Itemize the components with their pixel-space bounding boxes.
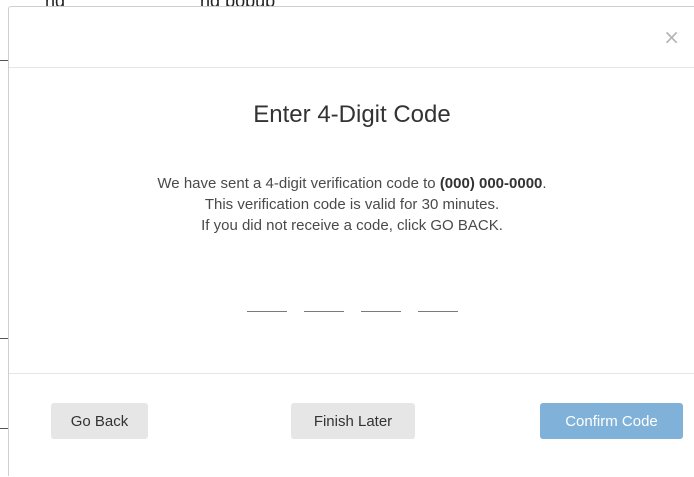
message-line-1-suffix: . <box>542 175 547 192</box>
message-line-2: This verification code is valid for 30 m… <box>204 196 500 213</box>
verification-modal: × Enter 4-Digit Code We have sent a 4-di… <box>8 6 694 476</box>
message-line-1: We have sent a 4-digit verification code… <box>9 173 694 194</box>
close-icon[interactable]: × <box>663 27 680 47</box>
phone-number: (000) 000-0000 <box>439 175 543 192</box>
finish-later-button[interactable]: Finish Later <box>291 403 415 439</box>
modal-title: Enter 4-Digit Code <box>253 101 451 128</box>
code-digit-4-input[interactable] <box>418 293 458 312</box>
code-digit-3-input[interactable] <box>361 293 401 312</box>
go-back-button[interactable]: Go Back <box>51 403 148 439</box>
background-divider <box>0 338 8 339</box>
background-divider <box>0 60 8 61</box>
background-divider <box>0 428 8 429</box>
confirm-code-button[interactable]: Confirm Code <box>540 403 683 439</box>
code-digit-1-input[interactable] <box>247 293 287 312</box>
modal-footer: Go Back Finish Later Confirm Code <box>9 373 694 477</box>
verification-message: We have sent a 4-digit verification code… <box>9 173 694 236</box>
code-digit-2-input[interactable] <box>304 293 344 312</box>
message-line-3: If you did not receive a code, click GO … <box>201 217 503 234</box>
code-input-group <box>247 293 467 313</box>
message-line-1-prefix: We have sent a 4-digit verification code… <box>157 175 440 192</box>
modal-header: × <box>9 7 694 68</box>
